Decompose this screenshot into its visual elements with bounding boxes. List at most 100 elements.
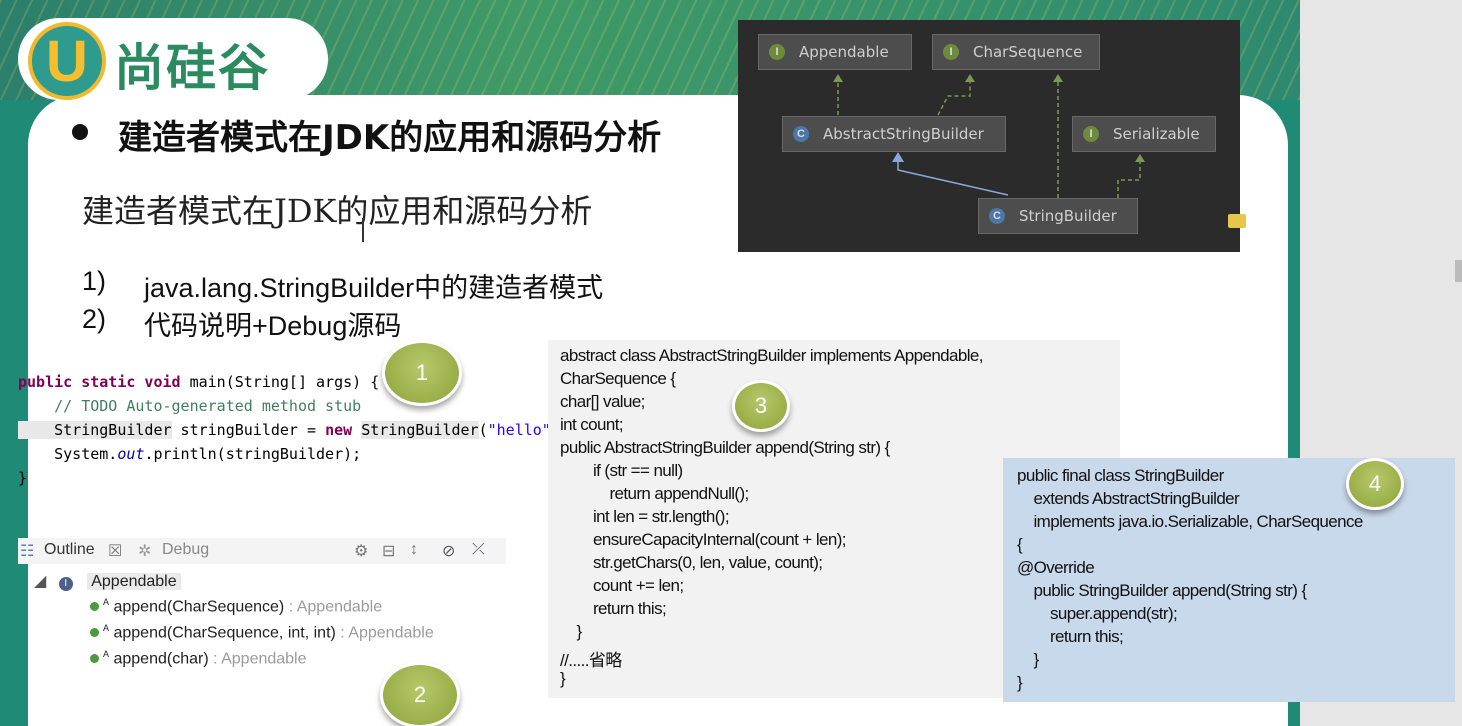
code-line: public final class StringBuilder bbox=[1017, 466, 1224, 485]
code-line: public StringBuilder append(String str) … bbox=[1017, 581, 1307, 600]
sort-icon[interactable]: ↕ bbox=[410, 541, 418, 559]
subheading: 建造者模式在JDK的应用和源码分析 bbox=[82, 192, 593, 230]
outline-item-type: : Appendable bbox=[284, 598, 383, 616]
abstract-marker: A bbox=[103, 649, 110, 659]
hide-nonpublic-icon[interactable]: ⊘ bbox=[442, 541, 455, 561]
code-token: StringBuilder bbox=[18, 421, 172, 439]
uml-edge-sb-extends-asb bbox=[897, 156, 1009, 196]
step-badge-1: 1 bbox=[382, 340, 462, 406]
uml-node-abstractstringbuilder[interactable]: C AbstractStringBuilder bbox=[782, 116, 1006, 152]
code-comment: // TODO Auto-generated method stub bbox=[18, 397, 362, 415]
list-number: 1) bbox=[82, 266, 107, 296]
code-token: StringBuilder bbox=[361, 421, 479, 439]
code-line: } bbox=[1017, 650, 1039, 669]
logo-name: 尚硅谷 bbox=[114, 39, 270, 97]
outline-root-row[interactable]: ◢ I Appendable bbox=[34, 571, 181, 591]
expand-arrow-icon[interactable]: ◢ bbox=[34, 573, 46, 590]
logo-letter: U bbox=[46, 29, 88, 94]
outline-root-label: Appendable bbox=[87, 573, 181, 590]
outline-item-type: : Appendable bbox=[335, 624, 434, 642]
class-icon: C bbox=[793, 126, 809, 142]
code-line: return this; bbox=[560, 599, 667, 618]
link-editor-icon[interactable]: ⤫ bbox=[472, 541, 485, 559]
heading-bullet-icon bbox=[72, 124, 88, 140]
abstract-marker: A bbox=[103, 597, 110, 607]
uml-node-label: CharSequence bbox=[973, 43, 1083, 61]
uml-node-serializable[interactable]: I Serializable bbox=[1072, 116, 1216, 152]
step-badge-4: 4 bbox=[1346, 458, 1404, 510]
code-line: return appendNull(); bbox=[560, 484, 749, 503]
text-cursor-icon bbox=[362, 218, 364, 242]
list-text: java.lang.StringBuilder中的建造者模式 bbox=[144, 273, 604, 303]
interface-icon: I bbox=[1083, 126, 1099, 142]
code-line: extends AbstractStringBuilder bbox=[1017, 489, 1240, 508]
code-line: if (str == null) bbox=[560, 461, 683, 480]
uml-arrowhead-extends bbox=[892, 152, 904, 162]
code-line: @Override bbox=[1017, 558, 1095, 577]
outline-item-name: append(CharSequence) bbox=[113, 598, 285, 616]
outline-item[interactable]: A append(CharSequence, int, int) : Appen… bbox=[90, 623, 434, 642]
tab-debug[interactable]: Debug bbox=[162, 541, 209, 559]
page-title: 建造者模式在JDK的应用和源码分析 bbox=[118, 118, 662, 158]
close-tab-icon[interactable]: ☒ bbox=[108, 541, 122, 561]
code-line: int count; bbox=[560, 415, 624, 434]
class-icon: C bbox=[989, 208, 1005, 224]
uml-node-label: Appendable bbox=[799, 43, 889, 61]
uml-node-label: StringBuilder bbox=[1019, 207, 1117, 225]
debug-icon: ✲ bbox=[138, 543, 152, 560]
code-line: implements java.io.Serializable, CharSeq… bbox=[1017, 512, 1363, 531]
outline-item-name: append(char) bbox=[113, 650, 209, 668]
outline-item[interactable]: A append(CharSequence) : Appendable bbox=[90, 597, 382, 616]
code-token: } bbox=[18, 469, 28, 487]
code-token: public static void bbox=[18, 373, 190, 391]
code-line: str.getChars(0, len, value, count); bbox=[560, 553, 823, 572]
uml-arrowhead-impl bbox=[1135, 154, 1145, 162]
code-main-method: public static void main(String[] args) {… bbox=[18, 370, 569, 490]
uml-node-stringbuilder[interactable]: C StringBuilder bbox=[978, 198, 1138, 234]
code-line: int len = str.length(); bbox=[560, 507, 730, 526]
code-line: { bbox=[1017, 535, 1023, 554]
hide-fields-icon[interactable]: ⚙ bbox=[354, 541, 368, 561]
folder-icon[interactable] bbox=[1228, 214, 1246, 228]
code-line: } bbox=[560, 669, 566, 688]
abstract-marker: A bbox=[103, 623, 110, 633]
uml-node-appendable[interactable]: I Appendable bbox=[758, 34, 912, 70]
method-icon bbox=[90, 602, 99, 612]
outline-item[interactable]: A append(char) : Appendable bbox=[90, 649, 307, 668]
code-token: .println(stringBuilder); bbox=[144, 445, 362, 463]
interface-icon: I bbox=[769, 44, 785, 60]
method-icon bbox=[90, 654, 99, 664]
code-string: "hello" bbox=[487, 421, 551, 439]
code-line: //.....省略 bbox=[560, 651, 622, 670]
method-icon bbox=[90, 628, 99, 638]
list-text: 代码说明+Debug源码 bbox=[144, 311, 402, 341]
logo-u-icon: U bbox=[28, 22, 106, 100]
code-line: char[] value; bbox=[560, 392, 645, 411]
code-token: stringBuilder = bbox=[171, 421, 326, 439]
tab-outline[interactable]: Outline bbox=[44, 541, 95, 559]
code-line: abstract class AbstractStringBuilder imp… bbox=[560, 346, 984, 365]
outline-view-tabs: ☷ Outline ☒ ✲ Debug ⚙ ⊟ ↕ ⊘ ⤫ bbox=[18, 538, 506, 564]
interface-icon: I bbox=[943, 44, 959, 60]
outline-item-type: : Appendable bbox=[208, 650, 307, 668]
collapse-all-icon[interactable]: ⊟ bbox=[382, 541, 395, 561]
step-badge-3: 3 bbox=[732, 380, 790, 432]
interface-icon: I bbox=[58, 577, 73, 591]
uml-node-charsequence[interactable]: I CharSequence bbox=[932, 34, 1100, 70]
code-token: new bbox=[325, 421, 362, 439]
code-line: super.append(str); bbox=[1017, 604, 1178, 623]
outline-icon: ☷ bbox=[20, 543, 35, 560]
code-token: ( bbox=[478, 421, 488, 439]
step-badge-2: 2 bbox=[380, 662, 460, 726]
code-line: return this; bbox=[1017, 627, 1124, 646]
code-line: } bbox=[560, 622, 582, 641]
uml-arrowhead-impl bbox=[833, 74, 843, 82]
list-number: 2) bbox=[82, 304, 107, 334]
scrollbar-thumb[interactable] bbox=[1455, 260, 1462, 282]
code-line: count += len; bbox=[560, 576, 684, 595]
code-token: System. bbox=[18, 445, 118, 463]
uml-class-diagram: I Appendable I CharSequence C AbstractSt… bbox=[738, 20, 1240, 252]
uml-node-label: Serializable bbox=[1113, 125, 1200, 143]
uml-node-label: AbstractStringBuilder bbox=[823, 125, 984, 143]
code-line: public AbstractStringBuilder append(Stri… bbox=[560, 438, 890, 457]
